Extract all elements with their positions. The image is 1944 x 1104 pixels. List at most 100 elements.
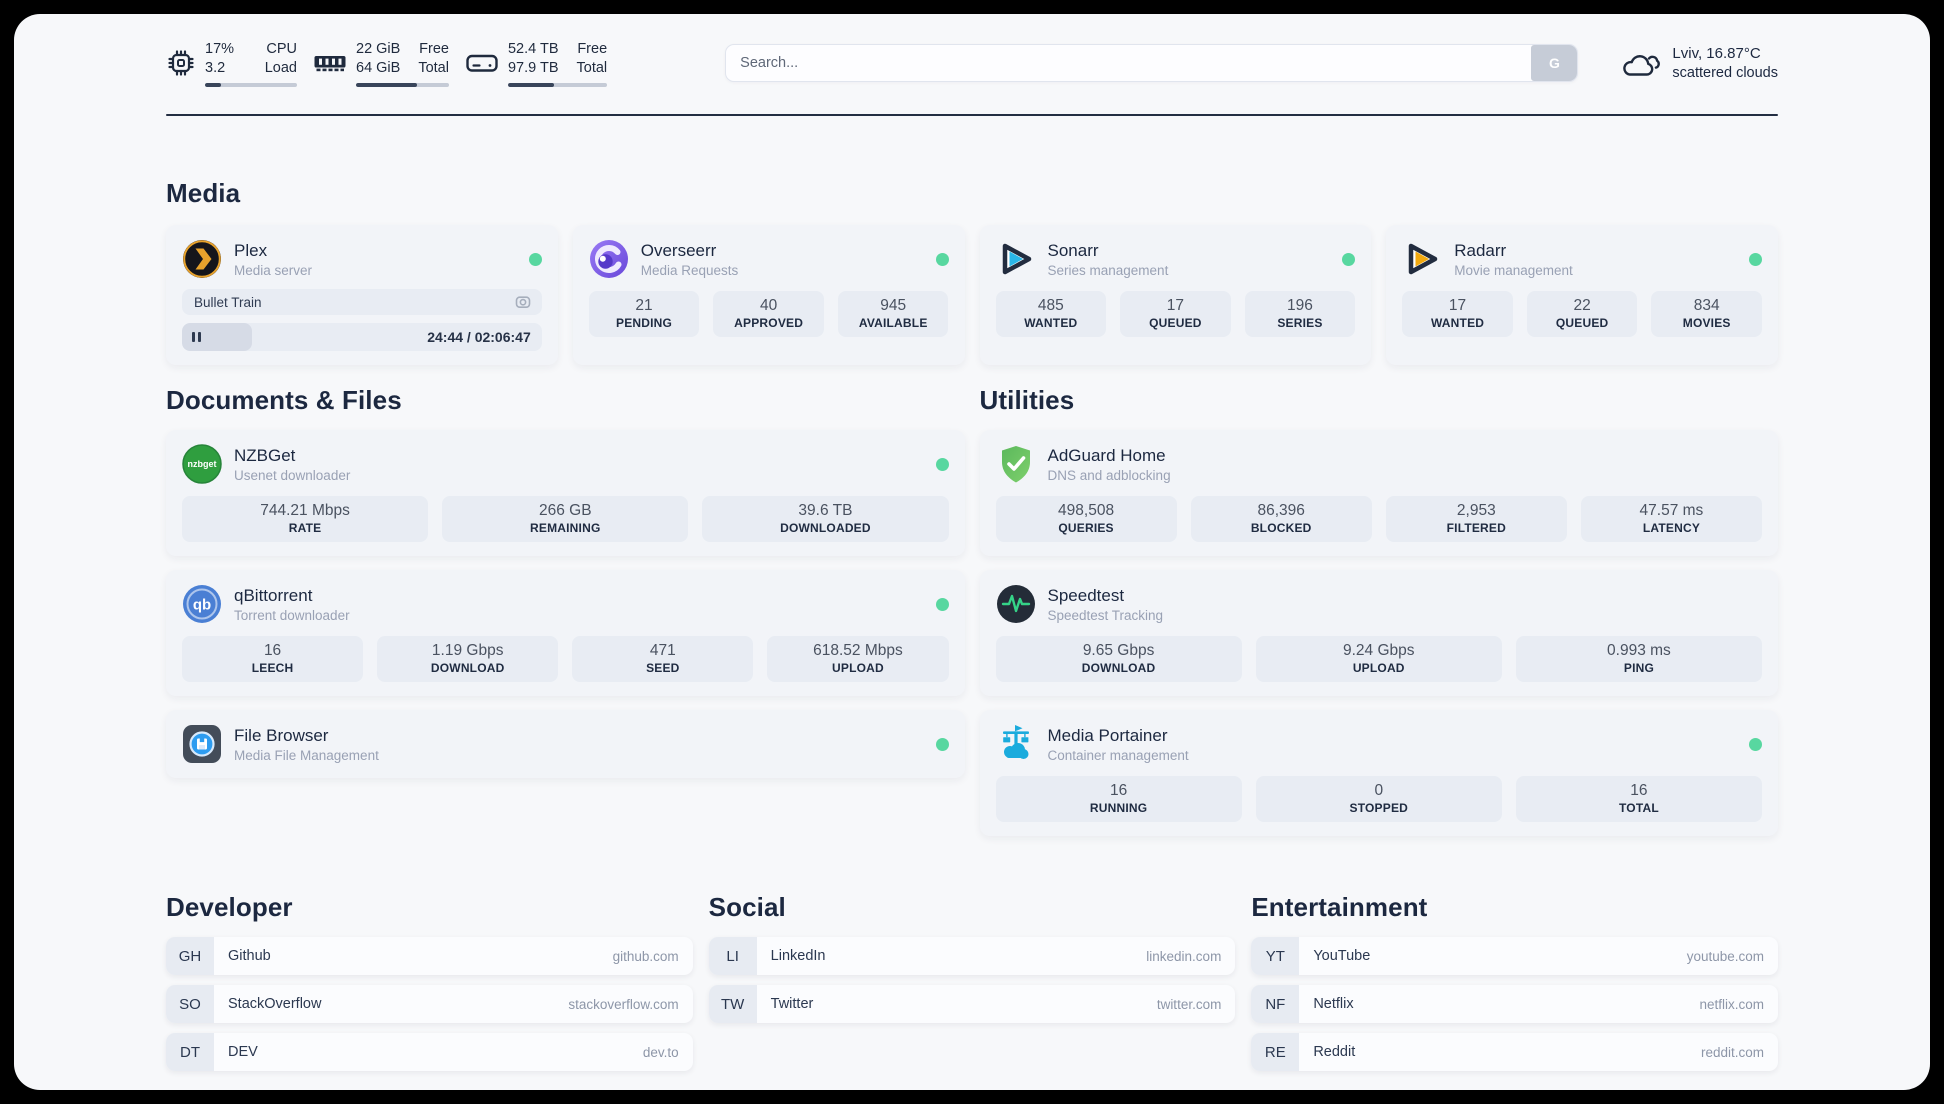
stat-remaining: 266 GB REMAINING (442, 496, 689, 542)
weather-summary: Lviv, 16.87°C (1672, 44, 1761, 62)
bookmark-label: LinkedIn (770, 948, 826, 964)
plex-icon (182, 239, 222, 279)
bookmark-twitter[interactable]: TW Twitter twitter.com (708, 985, 1236, 1023)
cloud-icon (1620, 47, 1661, 79)
app-subtitle: Movie management (1454, 262, 1573, 278)
stat-wanted: 485 WANTED (995, 291, 1107, 337)
playback-time: 24:44 / 02:06:47 (427, 329, 531, 345)
stat-available: 945 AVAILABLE (837, 291, 949, 337)
bookmark-label: DEV (228, 1044, 258, 1060)
section-title-media: Media (166, 178, 241, 208)
app-name: Sonarr (1047, 240, 1099, 260)
bookmark-dev[interactable]: DT DEV dev.to (166, 1033, 693, 1071)
app-subtitle: Usenet downloader (234, 467, 351, 483)
status-dot (1749, 737, 1762, 751)
app-subtitle: Media File Management (234, 747, 379, 763)
app-card-nzbget[interactable]: nzbget NZBGet Usenet downloader 744.21 M… (166, 430, 965, 556)
bookmark-netflix[interactable]: NF Netflix netflix.com (1251, 985, 1778, 1023)
search-input[interactable] (725, 44, 1579, 82)
filebrowser-icon (182, 724, 222, 764)
cpu-label: CPU (266, 40, 297, 57)
bookmark-domain: youtube.com (1686, 948, 1764, 964)
bookmark-linkedin[interactable]: LI LinkedIn linkedin.com (708, 937, 1236, 975)
status-dot (528, 252, 542, 266)
bookmark-label: StackOverflow (228, 996, 322, 1012)
playback-progress-bar[interactable]: 24:44 / 02:06:47 (182, 323, 542, 351)
bookmark-abbr: DT (166, 1033, 214, 1071)
bookmark-domain: linkedin.com (1146, 948, 1222, 964)
disk-total-value: 97.9 TB (507, 59, 559, 76)
stat-approved: 40 APPROVED (713, 291, 824, 337)
memory-total-value: 64 GiB (356, 59, 401, 76)
bookmark-group-developer: Developer GH Github github.com SO StackO… (166, 892, 693, 1071)
app-name: qBittorrent (234, 585, 313, 605)
dashboard-page: 17% 3.2 CPU Load 22 GiB 64 GiB Free Tota… (14, 14, 1930, 1090)
app-name: AdGuard Home (1047, 445, 1166, 465)
stat-filtered: 2,953 FILTERED (1385, 496, 1567, 542)
stat-download: 9.65 Gbps DOWNLOAD (995, 636, 1242, 682)
bookmark-youtube[interactable]: YT YouTube youtube.com (1251, 937, 1778, 975)
speedtest-icon (996, 584, 1036, 624)
disk-usage-bar (507, 82, 608, 87)
app-card-speedtest[interactable]: Speedtest Speedtest Tracking 9.65 Gbps D… (979, 570, 1778, 696)
bookmark-label: Netflix (1313, 996, 1354, 1012)
disk-icon (465, 50, 499, 76)
overseerr-icon (589, 239, 629, 279)
session-video-icon (514, 293, 532, 311)
system-stats: 17% 3.2 CPU Load 22 GiB 64 GiB Free Tota… (166, 40, 608, 87)
section-title-documents: Documents & Files (166, 385, 402, 415)
app-name: Plex (234, 240, 268, 260)
app-card-radarr[interactable]: Radarr Movie management 17 WANTED 22 QUE… (1386, 225, 1778, 365)
app-card-adguard[interactable]: AdGuard Home DNS and adblocking 498,508 … (979, 430, 1778, 556)
app-subtitle: Media server (234, 262, 313, 278)
disk-free-label: Free (577, 40, 608, 57)
app-card-sonarr[interactable]: Sonarr Series management 485 WANTED 17 Q… (979, 225, 1372, 365)
bookmark-label: Reddit (1313, 1044, 1356, 1060)
status-dot (935, 457, 949, 471)
bookmark-group-entertainment: Entertainment YT YouTube youtube.com NF … (1251, 892, 1778, 1071)
bookmark-reddit[interactable]: RE Reddit reddit.com (1251, 1033, 1778, 1071)
app-card-overseerr[interactable]: Overseerr Media Requests 21 PENDING 40 A… (572, 225, 965, 365)
bookmark-abbr: GH (166, 937, 214, 975)
stat-total: 16 TOTAL (1515, 776, 1763, 822)
app-card-portainer[interactable]: Media Portainer Container management 16 … (979, 710, 1778, 836)
stat-seed: 471 SEED (572, 636, 754, 682)
adguard-icon (996, 444, 1036, 484)
disk-total-label: Total (576, 59, 608, 76)
stat-series: 196 SERIES (1244, 291, 1356, 337)
cpu-usage-bar (205, 82, 297, 87)
bookmark-domain: github.com (612, 948, 679, 964)
portainer-icon (996, 724, 1036, 764)
nzbget-icon: nzbget (182, 444, 222, 484)
status-dot (935, 252, 949, 266)
app-card-filebrowser[interactable]: File Browser Media File Management (166, 710, 965, 778)
stat-stopped: 0 STOPPED (1255, 776, 1502, 822)
cpu-load-label: Load (264, 59, 297, 76)
memory-free-label: Free (419, 40, 449, 57)
app-subtitle: Media Requests (640, 262, 739, 278)
bookmark-github[interactable]: GH Github github.com (166, 937, 693, 975)
svg-text:qb: qb (193, 597, 211, 614)
app-card-plex[interactable]: Plex Media server Bullet Train 24:44 / 0… (166, 225, 558, 365)
status-dot (935, 737, 949, 751)
stat-blocked: 86,396 BLOCKED (1190, 496, 1372, 542)
app-name: Radarr (1454, 240, 1507, 260)
search-engine-button[interactable]: G (1531, 45, 1578, 81)
qbittorrent-icon: qb (182, 584, 222, 624)
weather-condition: scattered clouds (1672, 64, 1778, 81)
plex-now-playing: Bullet Train 24:44 / 02:06:47 (182, 289, 542, 351)
stat-upload: 618.52 Mbps UPLOAD (767, 636, 949, 682)
bookmark-stackoverflow[interactable]: SO StackOverflow stackoverflow.com (166, 985, 693, 1023)
bookmark-label: Github (228, 948, 271, 964)
bookmark-abbr: LI (708, 937, 757, 975)
stat-movies: 834 MOVIES (1651, 291, 1762, 337)
documents-column: Documents & Files nzbget NZBGet Usenet d… (166, 385, 965, 778)
section-title-social: Social (708, 892, 786, 922)
app-subtitle: Torrent downloader (234, 607, 350, 623)
section-title-entertainment: Entertainment (1251, 892, 1428, 922)
cpu-stat: 17% 3.2 CPU Load (166, 40, 297, 87)
cpu-load-value: 3.2 (205, 59, 226, 76)
svg-text:nzbget: nzbget (188, 459, 217, 469)
stat-queries: 498,508 QUERIES (995, 496, 1177, 542)
app-card-qbittorrent[interactable]: qb qBittorrent Torrent downloader 16 LEE… (166, 570, 965, 696)
